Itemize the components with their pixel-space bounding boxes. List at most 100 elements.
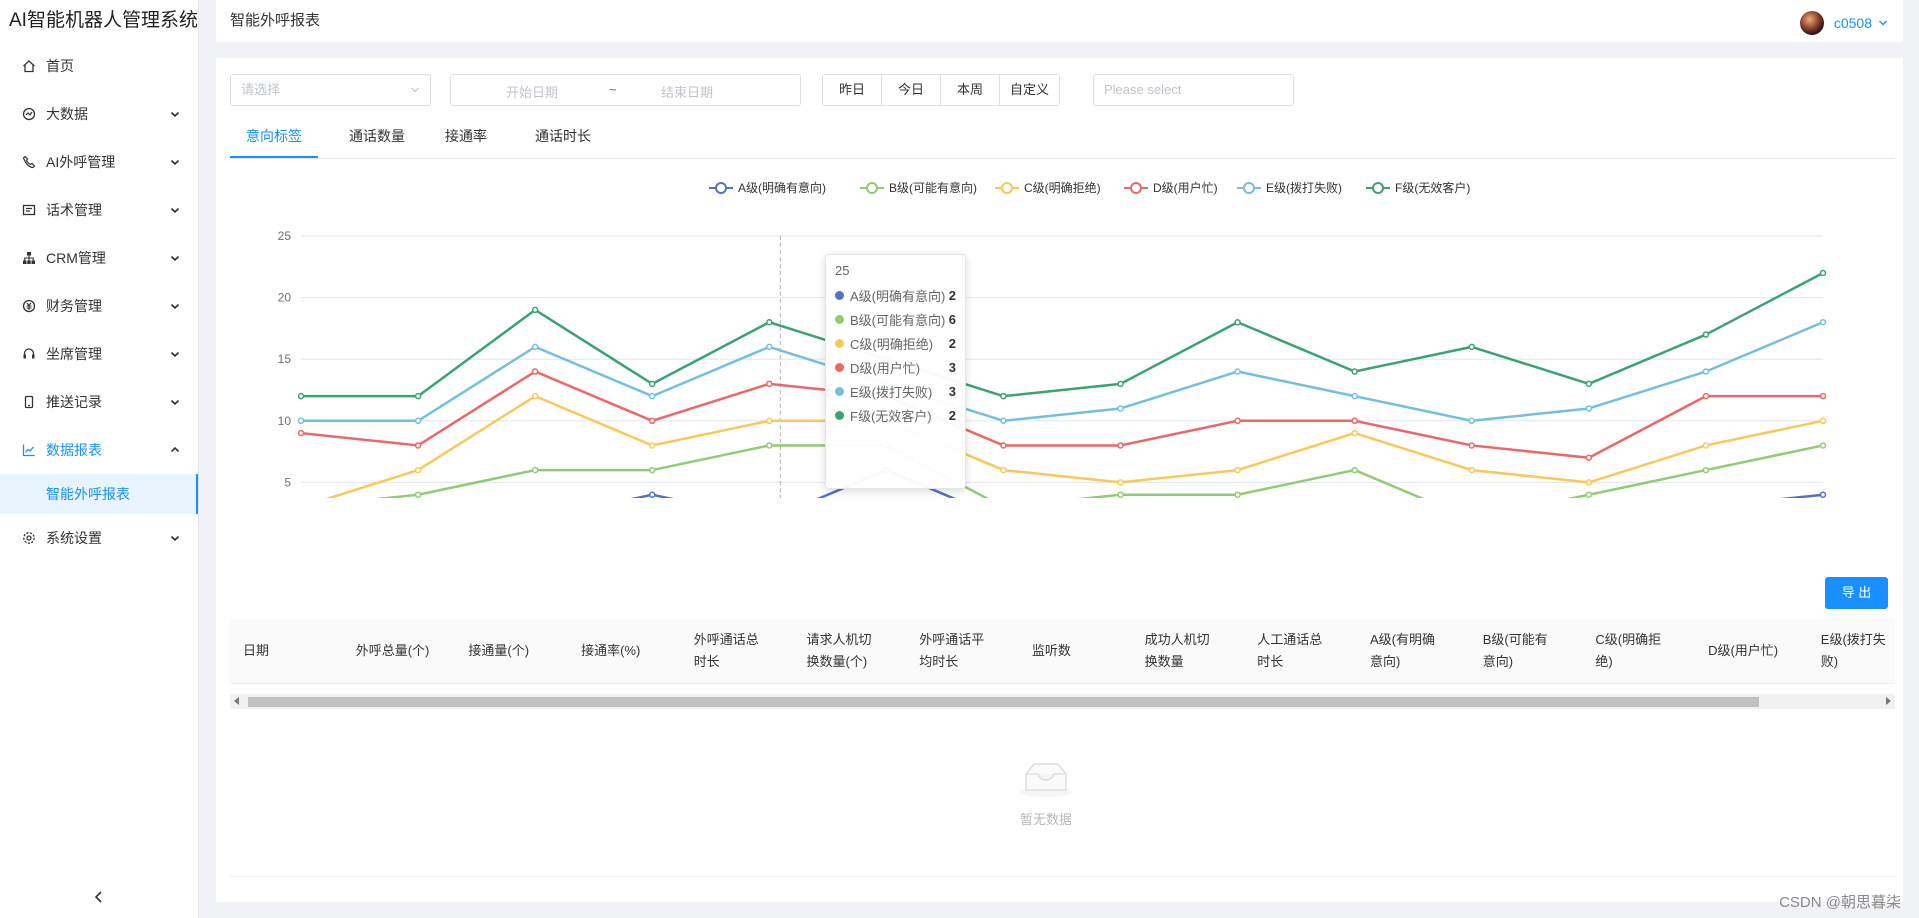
scroll-thumb[interactable]	[248, 697, 1759, 707]
data-point[interactable]	[1351, 392, 1358, 400]
sidebar-item-1[interactable]: 大数据	[0, 90, 198, 138]
legend-item-3[interactable]: D级(用户忙)	[1124, 180, 1218, 195]
data-point[interactable]	[1585, 405, 1593, 412]
data-point[interactable]	[648, 442, 656, 449]
data-point[interactable]	[1819, 318, 1827, 326]
collapse-sidebar-icon[interactable]	[92, 890, 106, 904]
legend-item-1[interactable]: B级(可能有意向)	[860, 180, 977, 195]
data-point[interactable]	[1468, 442, 1476, 449]
sidebar-item-5[interactable]: 财务管理	[0, 282, 198, 330]
export-button[interactable]: 导 出	[1825, 577, 1888, 609]
data-point[interactable]	[414, 392, 422, 400]
data-point[interactable]	[531, 343, 539, 351]
sidebar-subitem-0[interactable]: 智能外呼报表	[0, 474, 198, 514]
sidebar-item-8[interactable]: 数据报表	[0, 426, 198, 474]
data-point[interactable]	[1468, 417, 1476, 425]
data-point[interactable]	[1000, 417, 1007, 425]
data-point[interactable]	[1468, 343, 1476, 351]
data-point[interactable]	[297, 417, 305, 425]
tab-1[interactable]: 通话数量	[334, 116, 420, 158]
data-point[interactable]	[1351, 429, 1358, 437]
data-point[interactable]	[1234, 491, 1241, 498]
legend-item-2[interactable]: C级(明确拒绝)	[995, 180, 1101, 195]
data-point[interactable]	[1468, 466, 1476, 474]
data-point[interactable]	[531, 392, 539, 400]
data-point[interactable]	[1351, 417, 1358, 425]
data-point[interactable]	[1819, 392, 1827, 400]
data-point[interactable]	[297, 392, 305, 400]
data-point[interactable]	[1585, 491, 1593, 498]
data-point[interactable]	[648, 466, 656, 474]
legend-item-5[interactable]: F级(无效客户)	[1366, 180, 1470, 195]
data-point[interactable]	[648, 392, 656, 400]
data-point[interactable]	[1234, 368, 1241, 375]
sidebar-item-7[interactable]: 推送记录	[0, 378, 198, 426]
data-point[interactable]	[648, 380, 656, 388]
user-menu[interactable]: c0508	[1799, 11, 1888, 35]
data-point[interactable]	[1351, 368, 1358, 375]
data-point[interactable]	[1702, 442, 1710, 449]
legend-item-0[interactable]: A级(明确有意向)	[709, 180, 826, 195]
data-point[interactable]	[1234, 417, 1241, 425]
data-point[interactable]	[1702, 331, 1710, 338]
data-point[interactable]	[531, 368, 539, 375]
sidebar-item-4[interactable]: CRM管理	[0, 234, 198, 282]
data-point[interactable]	[766, 417, 773, 425]
category-select[interactable]: 请选择	[230, 74, 431, 106]
date-range-picker[interactable]: 开始日期 ~ 结束日期	[450, 74, 801, 106]
quick-date-button-2[interactable]: 本周	[941, 75, 1000, 105]
data-point[interactable]	[414, 442, 422, 449]
data-point[interactable]	[1585, 479, 1593, 486]
data-point[interactable]	[1000, 392, 1007, 400]
extra-select[interactable]: Please select	[1093, 74, 1294, 106]
data-point[interactable]	[766, 343, 773, 351]
data-point[interactable]	[531, 466, 539, 474]
data-point[interactable]	[1819, 491, 1827, 498]
quick-date-button-0[interactable]: 昨日	[823, 75, 882, 105]
data-point[interactable]	[1117, 491, 1124, 498]
data-point[interactable]	[1000, 466, 1007, 474]
start-date-input[interactable]: 开始日期	[506, 82, 558, 101]
quick-date-button-3[interactable]: 自定义	[1000, 75, 1059, 105]
username[interactable]: c0508	[1834, 15, 1872, 31]
chevron-down-icon[interactable]	[1878, 18, 1888, 28]
data-point[interactable]	[1117, 442, 1124, 449]
data-point[interactable]	[1117, 380, 1124, 388]
data-point[interactable]	[1702, 368, 1710, 375]
data-point[interactable]	[1819, 442, 1827, 449]
data-point[interactable]	[531, 306, 539, 314]
data-point[interactable]	[766, 380, 773, 388]
data-point[interactable]	[648, 417, 656, 425]
data-point[interactable]	[1819, 417, 1827, 425]
tab-3[interactable]: 通话时长	[514, 116, 612, 158]
sidebar-item-6[interactable]: 坐席管理	[0, 330, 198, 378]
scroll-right-icon[interactable]	[1886, 697, 1891, 705]
tab-2[interactable]: 接通率	[430, 116, 502, 158]
sidebar-item-9[interactable]: 系统设置	[0, 514, 198, 562]
data-point[interactable]	[414, 417, 422, 425]
avatar[interactable]	[1799, 11, 1824, 35]
data-point[interactable]	[1585, 454, 1593, 462]
table-horizontal-scrollbar[interactable]	[230, 694, 1895, 709]
tab-0[interactable]: 意向标签	[230, 116, 318, 158]
data-point[interactable]	[297, 429, 305, 437]
data-point[interactable]	[1585, 380, 1593, 388]
quick-date-button-1[interactable]: 今日	[882, 75, 941, 105]
data-point[interactable]	[414, 466, 422, 474]
data-point[interactable]	[1351, 466, 1358, 474]
data-point[interactable]	[1000, 442, 1007, 449]
legend-item-4[interactable]: E级(拨打失败)	[1237, 180, 1342, 195]
data-point[interactable]	[1234, 466, 1241, 474]
data-point[interactable]	[1117, 479, 1124, 486]
data-point[interactable]	[766, 318, 773, 326]
sidebar-item-2[interactable]: AI外呼管理	[0, 138, 198, 186]
scroll-left-icon[interactable]	[234, 697, 239, 705]
data-point[interactable]	[1117, 405, 1124, 412]
data-point[interactable]	[414, 491, 422, 498]
sidebar-item-3[interactable]: 话术管理	[0, 186, 198, 234]
data-point[interactable]	[648, 491, 656, 498]
data-point[interactable]	[1819, 269, 1827, 277]
data-point[interactable]	[1702, 466, 1710, 474]
sidebar-item-0[interactable]: 首页	[0, 42, 198, 90]
data-point[interactable]	[1702, 392, 1710, 400]
